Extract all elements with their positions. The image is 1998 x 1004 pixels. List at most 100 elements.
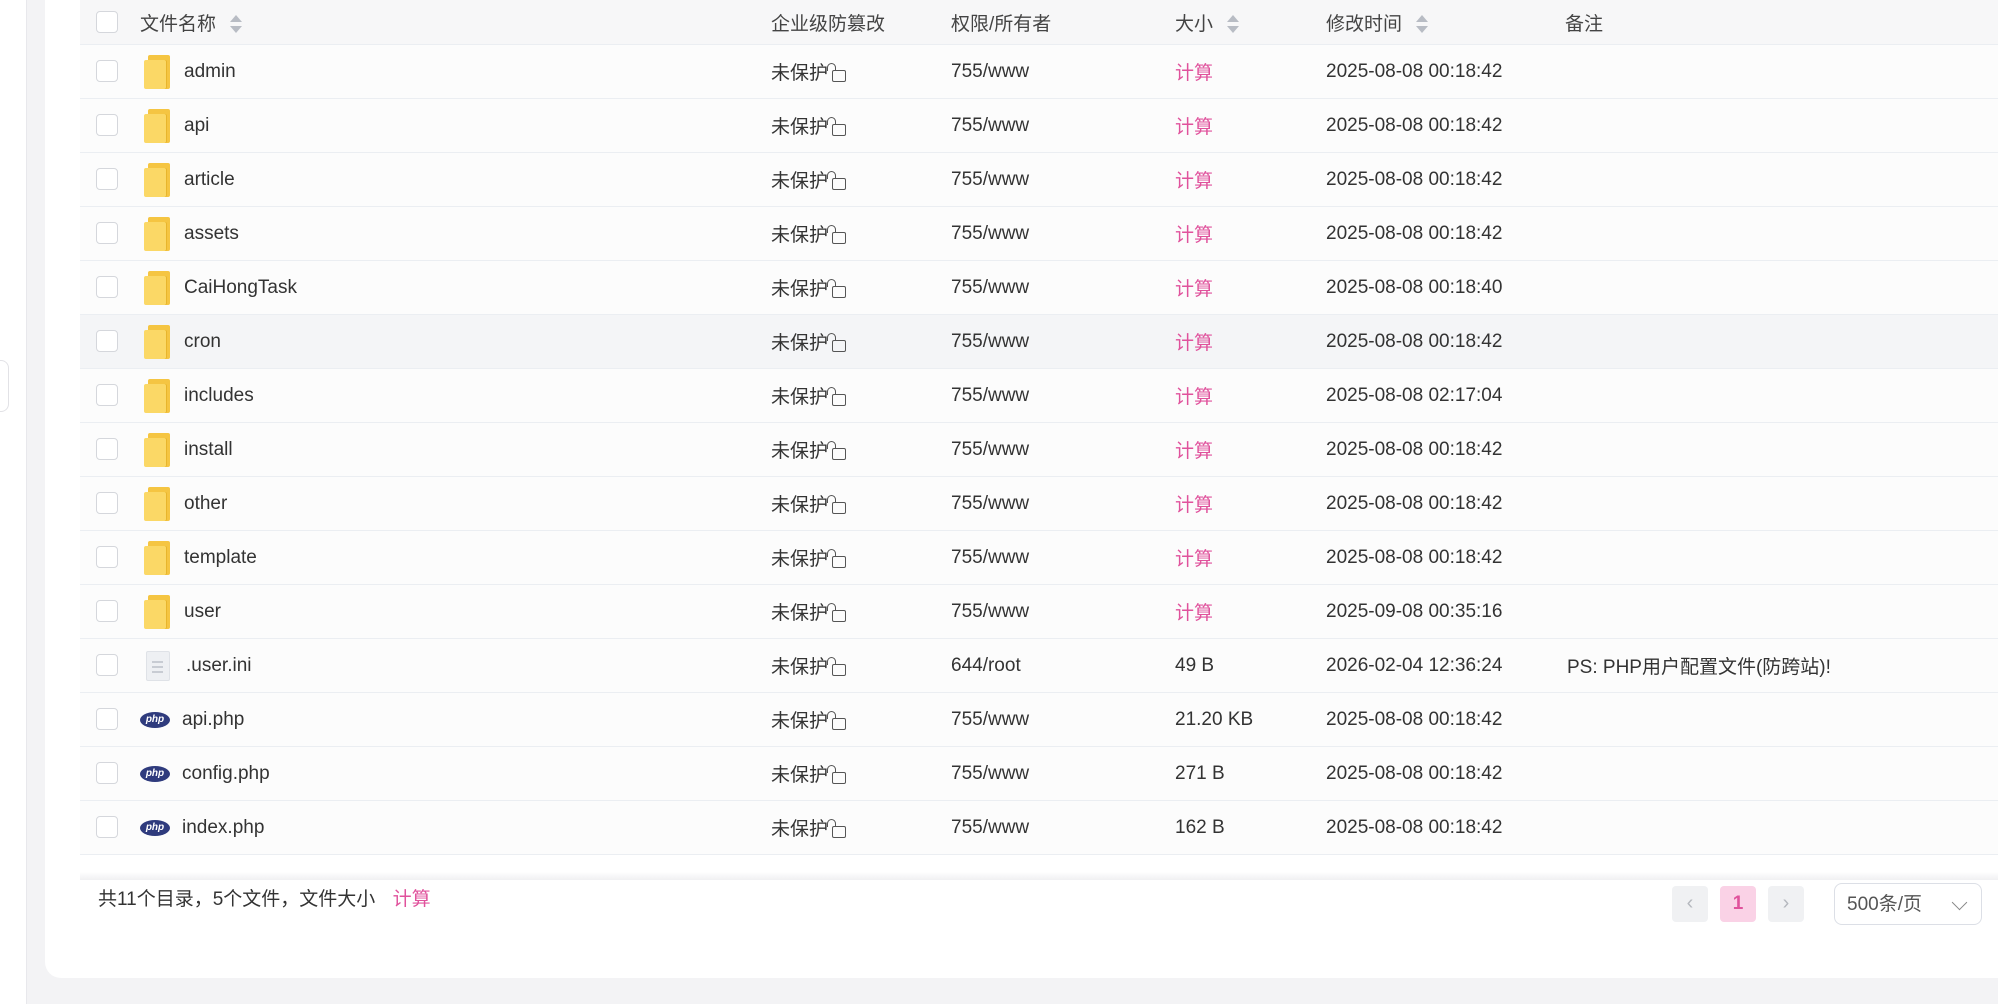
note-cell[interactable] (1565, 422, 1998, 477)
file-name-cell[interactable]: .user.ini (140, 638, 771, 693)
file-size[interactable]: 计算 (1175, 549, 1213, 570)
unlock-icon[interactable] (827, 711, 847, 730)
permission-owner[interactable]: 755/www (951, 817, 1029, 838)
file-name-cell[interactable]: admin (140, 44, 771, 99)
protect-status-cell[interactable]: 未保护 (771, 44, 951, 99)
permission-owner[interactable]: 644/root (951, 655, 1021, 676)
file-name-cell[interactable]: includes (140, 368, 771, 423)
row-checkbox[interactable] (96, 438, 118, 461)
file-name[interactable]: cron (184, 331, 221, 353)
permission-owner[interactable]: 755/www (951, 277, 1029, 298)
row-select-cell[interactable] (80, 44, 140, 99)
file-name-cell[interactable]: php config.php (140, 746, 771, 801)
row-select-cell[interactable] (80, 314, 140, 369)
protect-status-cell[interactable]: 未保护 (771, 260, 951, 315)
file-note[interactable]: PS: PHP用户配置文件(防跨站)! (1567, 657, 1831, 678)
row-checkbox[interactable] (96, 60, 118, 83)
permission-cell[interactable]: 755/www (951, 584, 1175, 639)
row-select-cell[interactable] (80, 206, 140, 261)
unlock-icon[interactable] (827, 765, 847, 784)
protect-status-cell[interactable]: 未保护 (771, 584, 951, 639)
file-name-cell[interactable]: api (140, 98, 771, 153)
permission-owner[interactable]: 755/www (951, 385, 1029, 406)
note-cell[interactable] (1565, 476, 1998, 531)
file-name-cell[interactable]: CaiHongTask (140, 260, 771, 315)
table-row[interactable]: install 未保护 755/www 计算 2025-08-08 00:18:42 (80, 422, 1998, 477)
note-cell[interactable] (1565, 260, 1998, 315)
file-name-cell[interactable]: php api.php (140, 692, 771, 747)
table-row[interactable]: php api.php 未保护 755/www 21.20 KB 2025-08-08 0… (80, 692, 1998, 747)
page-number-button[interactable]: 1 (1720, 886, 1756, 922)
file-name-cell[interactable]: install (140, 422, 771, 477)
protect-status-cell[interactable]: 未保护 (771, 422, 951, 477)
file-name-cell[interactable]: template (140, 530, 771, 585)
row-select-cell[interactable] (80, 638, 140, 693)
file-name[interactable]: config.php (182, 763, 270, 785)
page-size-select[interactable]: 500条/页 (1834, 883, 1982, 925)
file-size[interactable]: 计算 (1175, 387, 1213, 408)
file-name[interactable]: .user.ini (186, 655, 251, 677)
permission-cell[interactable]: 755/www (951, 422, 1175, 477)
file-size[interactable]: 计算 (1175, 495, 1213, 516)
file-name[interactable]: api (184, 115, 209, 137)
permission-owner[interactable]: 755/www (951, 223, 1029, 244)
note-cell[interactable] (1565, 584, 1998, 639)
protect-status-cell[interactable]: 未保护 (771, 530, 951, 585)
row-checkbox[interactable] (96, 816, 118, 839)
protect-status-cell[interactable]: 未保护 (771, 314, 951, 369)
row-checkbox[interactable] (96, 222, 118, 245)
row-select-cell[interactable] (80, 692, 140, 747)
permission-owner[interactable]: 755/www (951, 601, 1029, 622)
note-cell[interactable] (1565, 692, 1998, 747)
permission-owner[interactable]: 755/www (951, 493, 1029, 514)
unlock-icon[interactable] (827, 819, 847, 838)
note-cell[interactable] (1565, 152, 1998, 207)
unlock-icon[interactable] (827, 387, 847, 406)
permission-cell[interactable]: 755/www (951, 260, 1175, 315)
note-cell[interactable] (1565, 206, 1998, 261)
note-cell[interactable]: PS: PHP用户配置文件(防跨站)! (1565, 638, 1998, 693)
note-cell[interactable] (1565, 746, 1998, 801)
table-row[interactable]: assets 未保护 755/www 计算 2025-08-08 00:18:42 (80, 206, 1998, 261)
unlock-icon[interactable] (827, 279, 847, 298)
file-size[interactable]: 计算 (1175, 441, 1213, 462)
next-page-button[interactable]: › (1768, 886, 1804, 922)
prev-page-button[interactable]: ‹ (1672, 886, 1708, 922)
protect-status-cell[interactable]: 未保护 (771, 476, 951, 531)
row-select-cell[interactable] (80, 260, 140, 315)
header-mtime[interactable]: 修改时间 (1326, 0, 1565, 45)
unlock-icon[interactable] (827, 441, 847, 460)
note-cell[interactable] (1565, 44, 1998, 99)
header-size[interactable]: 大小 (1175, 0, 1326, 45)
sort-icon[interactable] (1227, 15, 1240, 34)
note-cell[interactable] (1565, 98, 1998, 153)
table-row[interactable]: .user.ini 未保护 644/root 49 B 2026-02-04 12:36… (80, 638, 1998, 693)
note-cell[interactable] (1565, 530, 1998, 585)
file-name[interactable]: CaiHongTask (184, 277, 297, 299)
row-checkbox[interactable] (96, 168, 118, 191)
file-name[interactable]: assets (184, 223, 239, 245)
protect-status-cell[interactable]: 未保护 (771, 638, 951, 693)
sort-icon[interactable] (1416, 15, 1429, 34)
row-checkbox[interactable] (96, 276, 118, 299)
file-name[interactable]: other (184, 493, 227, 515)
note-cell[interactable] (1565, 368, 1998, 423)
unlock-icon[interactable] (827, 225, 847, 244)
permission-cell[interactable]: 755/www (951, 44, 1175, 99)
row-checkbox[interactable] (96, 114, 118, 137)
permission-cell[interactable]: 755/www (951, 314, 1175, 369)
row-checkbox[interactable] (96, 492, 118, 515)
unlock-icon[interactable] (827, 549, 847, 568)
permission-cell[interactable]: 755/www (951, 530, 1175, 585)
table-row[interactable]: article 未保护 755/www 计算 2025-08-08 00:18:42 (80, 152, 1998, 207)
file-size[interactable]: 计算 (1175, 171, 1213, 192)
protect-status-cell[interactable]: 未保护 (771, 800, 951, 855)
table-row[interactable]: api 未保护 755/www 计算 2025-08-08 00:18:42 (80, 98, 1998, 153)
file-name-cell[interactable]: article (140, 152, 771, 207)
table-row[interactable]: other 未保护 755/www 计算 2025-08-08 00:18:42 (80, 476, 1998, 531)
permission-owner[interactable]: 755/www (951, 547, 1029, 568)
permission-owner[interactable]: 755/www (951, 763, 1029, 784)
table-row[interactable]: includes 未保护 755/www 计算 2025-08-08 02:17:04 (80, 368, 1998, 423)
row-select-cell[interactable] (80, 368, 140, 423)
header-name[interactable]: 文件名称 (140, 0, 771, 45)
